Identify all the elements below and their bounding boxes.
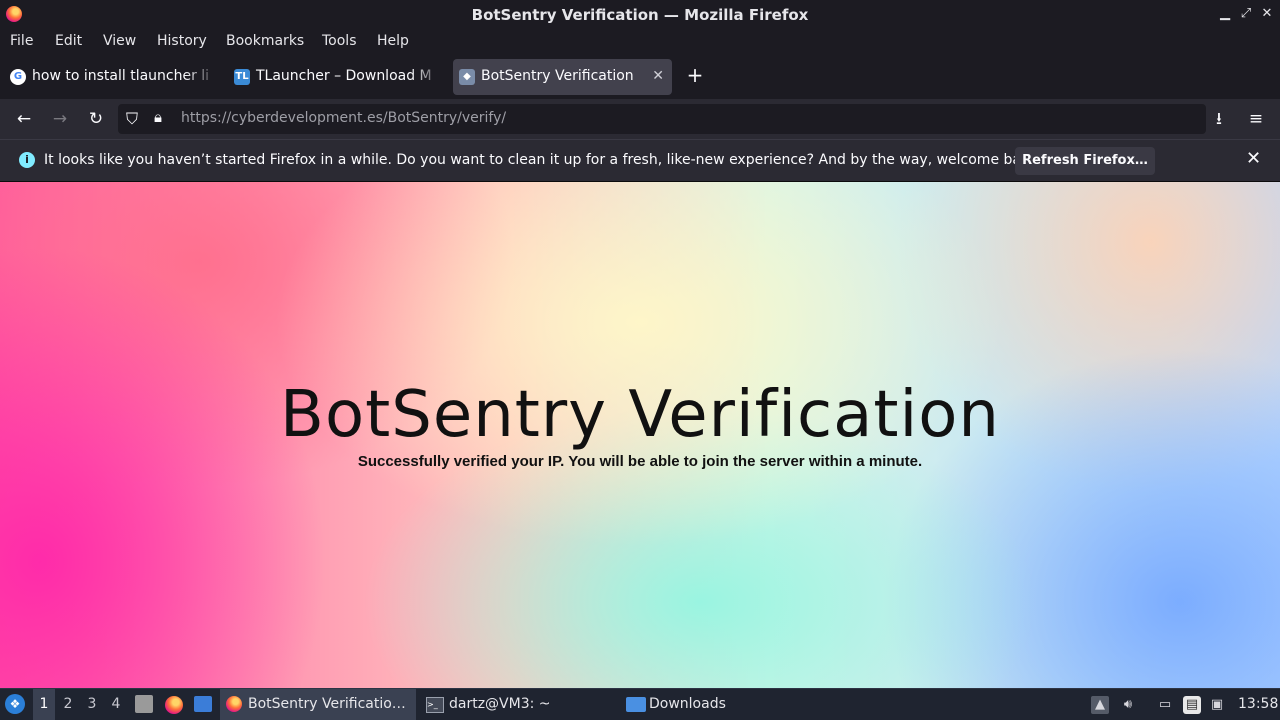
tab-botsentry[interactable]: ◆ BotSentry Verification ✕ (453, 59, 672, 95)
taskbar-window-label: dartz@VM3: ~ (449, 696, 551, 712)
refresh-firefox-button[interactable]: Refresh Firefox… (1015, 147, 1155, 175)
tab-fade (410, 59, 446, 95)
menu-history[interactable]: History (157, 33, 207, 49)
file-manager-launcher-icon[interactable] (135, 695, 153, 713)
volume-icon[interactable]: 🔊︎ (1119, 696, 1137, 714)
menu-tools[interactable]: Tools (322, 33, 357, 49)
reload-icon[interactable]: ↻ (84, 107, 108, 131)
menu-file[interactable]: File (10, 33, 33, 49)
google-icon: G (10, 69, 26, 85)
restore-icon[interactable]: ⤢ (1237, 5, 1255, 23)
tab-google-search[interactable]: G how to install tlauncher li (4, 59, 220, 95)
window-titlebar: BotSentry Verification — Mozilla Firefox… (0, 0, 1280, 29)
page-title: BotSentry Verification (280, 378, 1000, 452)
workspace-1[interactable]: 1 (33, 689, 55, 720)
clock: 13:58 (1238, 696, 1279, 712)
address-bar[interactable]: ⛉ 🔒︎ https://cyberdevelopment.es/BotSent… (118, 104, 1206, 134)
menu-bookmarks[interactable]: Bookmarks (226, 33, 304, 49)
notification-message: It looks like you haven’t started Firefo… (44, 152, 1043, 168)
start-menu-icon[interactable]: ❖ (5, 689, 27, 720)
taskbar-window-downloads[interactable]: Downloads (620, 689, 816, 720)
lock-icon[interactable]: 🔒︎ (154, 108, 162, 126)
tab-label: BotSentry Verification (481, 68, 634, 84)
tab-label: TLauncher – Download M (256, 68, 432, 84)
taskbar-window-firefox[interactable]: BotSentry Verificatio… (220, 689, 416, 720)
firefox-launcher-icon[interactable] (165, 696, 183, 714)
hamburger-menu-icon[interactable]: ≡ (1244, 107, 1268, 131)
tlauncher-icon: TL (234, 69, 250, 85)
tab-tlauncher[interactable]: TL TLauncher – Download M (228, 59, 446, 95)
menu-bar: File Edit View History Bookmarks Tools H… (0, 29, 1280, 55)
url-path: /BotSentry/verify/ (382, 110, 507, 126)
workspace-4[interactable]: 4 (105, 689, 127, 720)
folder-icon (626, 697, 646, 712)
menu-view[interactable]: View (103, 33, 136, 49)
tray-arrow-icon[interactable]: ▲ (1091, 696, 1109, 714)
menu-edit[interactable]: Edit (55, 33, 82, 49)
window-title: BotSentry Verification — Mozilla Firefox (471, 6, 809, 24)
botsentry-icon: ◆ (459, 69, 475, 85)
workspace-2[interactable]: 2 (57, 689, 79, 720)
firefox-icon (226, 696, 242, 712)
downloads-icon[interactable]: ⭳ (1207, 107, 1231, 131)
clipboard-icon[interactable]: ▤ (1183, 696, 1201, 714)
taskbar: ❖ 1 2 3 4 BotSentry Verificatio… >_ dart… (0, 688, 1280, 720)
tracking-shield-icon[interactable]: ⛉ (126, 109, 138, 129)
verification-message: Successfully verified your IP. You will … (357, 453, 923, 470)
notification-tray-icon[interactable]: ▣ (1208, 696, 1226, 714)
forward-arrow-icon[interactable]: → (48, 107, 72, 131)
taskbar-window-terminal[interactable]: >_ dartz@VM3: ~ (420, 689, 616, 720)
info-icon: i (19, 152, 35, 168)
url-host: https://cyberdevelopment.es (181, 110, 383, 126)
workspace-3[interactable]: 3 (81, 689, 103, 720)
network-icon[interactable]: ▭ (1156, 696, 1174, 714)
taskbar-window-label: BotSentry Verificatio… (248, 696, 406, 712)
terminal-icon: >_ (426, 697, 444, 713)
url-text[interactable]: https://cyberdevelopment.es/BotSentry/ve… (181, 110, 506, 126)
tab-fade (184, 59, 220, 95)
taskbar-window-label: Downloads (649, 696, 726, 712)
notification-bar: i It looks like you haven’t started Fire… (0, 139, 1280, 182)
close-icon[interactable]: ✕ (1258, 5, 1276, 23)
tab-label: how to install tlauncher li (32, 68, 210, 84)
minimize-icon[interactable]: ▁ (1216, 5, 1234, 23)
new-tab-button[interactable]: + (685, 63, 705, 89)
web-page-content: BotSentry Verification Successfully veri… (0, 182, 1280, 688)
desktop-launcher-icon[interactable] (194, 696, 212, 712)
notification-close-icon[interactable]: ✕ (1246, 148, 1261, 169)
tab-close-icon[interactable]: ✕ (652, 68, 664, 84)
tab-bar: G how to install tlauncher li TL TLaunch… (0, 55, 1280, 99)
menu-help[interactable]: Help (377, 33, 409, 49)
back-arrow-icon[interactable]: ← (12, 107, 36, 131)
